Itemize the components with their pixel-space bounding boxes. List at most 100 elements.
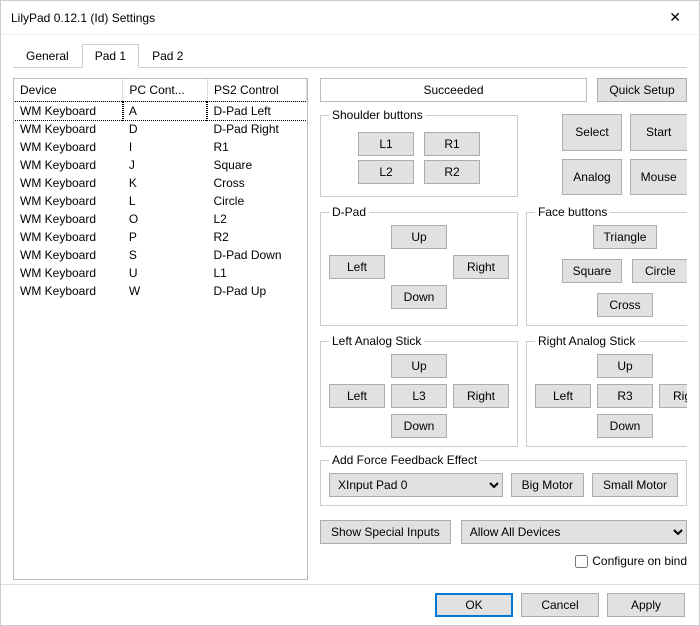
start-button[interactable]: Start: [630, 114, 687, 151]
window-title: LilyPad 0.12.1 (Id) Settings: [11, 11, 155, 25]
dpad-left-button[interactable]: Left: [329, 255, 385, 279]
rs-left-button[interactable]: Left: [535, 384, 591, 408]
ffb-device-select[interactable]: XInput Pad 0: [329, 473, 503, 497]
select-button[interactable]: Select: [562, 114, 621, 151]
cell-pc: D: [123, 120, 208, 138]
cell-device: WM Keyboard: [14, 174, 123, 192]
cell-device: WM Keyboard: [14, 246, 123, 264]
table-row[interactable]: WM KeyboardKCross: [14, 174, 307, 192]
configure-on-bind-checkbox[interactable]: Configure on bind: [575, 554, 687, 568]
cell-pc: U: [123, 264, 208, 282]
col-ps2[interactable]: PS2 Control: [207, 79, 306, 102]
mapping-panel: Succeeded Quick Setup Shoulder buttons L…: [320, 78, 687, 580]
cell-device: WM Keyboard: [14, 282, 123, 300]
close-icon[interactable]: ✕: [661, 7, 689, 28]
cell-pc: S: [123, 246, 208, 264]
cell-ps2: D-Pad Right: [207, 120, 306, 138]
ls-up-button[interactable]: Up: [391, 354, 447, 378]
ls-down-button[interactable]: Down: [391, 414, 447, 438]
l3-button[interactable]: L3: [391, 384, 447, 408]
left-stick-label: Left Analog Stick: [329, 334, 424, 348]
r2-button[interactable]: R2: [424, 160, 480, 184]
table-row[interactable]: WM KeyboardDD-Pad Right: [14, 120, 307, 138]
table-row[interactable]: WM KeyboardOL2: [14, 210, 307, 228]
cell-pc: J: [123, 156, 208, 174]
dpad-down-button[interactable]: Down: [391, 285, 447, 309]
dpad-group: D-Pad . Up . Left . Right . Down .: [320, 205, 518, 326]
rs-down-button[interactable]: Down: [597, 414, 653, 438]
cell-ps2: L2: [207, 210, 306, 228]
col-device[interactable]: Device: [14, 79, 123, 102]
cell-device: WM Keyboard: [14, 192, 123, 210]
configure-on-bind-input[interactable]: [575, 555, 588, 568]
right-stick-group: Right Analog Stick . Up . Left R3 Right …: [526, 334, 687, 447]
titlebar: LilyPad 0.12.1 (Id) Settings ✕: [1, 1, 699, 35]
cell-ps2: Square: [207, 156, 306, 174]
cell-device: WM Keyboard: [14, 156, 123, 174]
right-stick-label: Right Analog Stick: [535, 334, 638, 348]
square-button[interactable]: Square: [562, 259, 623, 283]
r3-button[interactable]: R3: [597, 384, 653, 408]
table-row[interactable]: WM KeyboardWD-Pad Up: [14, 282, 307, 300]
face-group: Face buttons Triangle Square Circle Cros…: [526, 205, 687, 326]
cell-device: WM Keyboard: [14, 210, 123, 228]
cell-ps2: Cross: [207, 174, 306, 192]
triangle-button[interactable]: Triangle: [593, 225, 658, 249]
table-row[interactable]: WM KeyboardAD-Pad Left: [14, 102, 307, 121]
cell-device: WM Keyboard: [14, 264, 123, 282]
content-area: General Pad 1 Pad 2 Device PC Cont... PS…: [1, 35, 699, 584]
table-row[interactable]: WM KeyboardIR1: [14, 138, 307, 156]
cell-ps2: R2: [207, 228, 306, 246]
cell-pc: A: [123, 102, 208, 121]
cancel-button[interactable]: Cancel: [521, 593, 599, 617]
l2-button[interactable]: L2: [358, 160, 414, 184]
cell-device: WM Keyboard: [14, 138, 123, 156]
cell-pc: I: [123, 138, 208, 156]
configure-on-bind-label: Configure on bind: [592, 554, 687, 568]
cell-ps2: L1: [207, 264, 306, 282]
cell-device: WM Keyboard: [14, 228, 123, 246]
cell-ps2: R1: [207, 138, 306, 156]
status-box: Succeeded: [320, 78, 587, 102]
cell-pc: O: [123, 210, 208, 228]
r1-button[interactable]: R1: [424, 132, 480, 156]
cell-pc: P: [123, 228, 208, 246]
settings-window: LilyPad 0.12.1 (Id) Settings ✕ General P…: [0, 0, 700, 626]
cell-ps2: Circle: [207, 192, 306, 210]
bindings-table[interactable]: Device PC Cont... PS2 Control WM Keyboar…: [14, 79, 307, 300]
rs-right-button[interactable]: Right: [659, 384, 687, 408]
rs-up-button[interactable]: Up: [597, 354, 653, 378]
circle-button[interactable]: Circle: [632, 259, 687, 283]
table-row[interactable]: WM KeyboardUL1: [14, 264, 307, 282]
ls-left-button[interactable]: Left: [329, 384, 385, 408]
tab-pad1[interactable]: Pad 1: [82, 44, 139, 68]
cell-pc: K: [123, 174, 208, 192]
apply-button[interactable]: Apply: [607, 593, 685, 617]
cell-pc: W: [123, 282, 208, 300]
big-motor-button[interactable]: Big Motor: [511, 473, 584, 497]
cell-pc: L: [123, 192, 208, 210]
dialog-footer: OK Cancel Apply: [1, 584, 699, 625]
analog-button[interactable]: Analog: [562, 159, 621, 196]
tab-pad2[interactable]: Pad 2: [139, 44, 196, 68]
table-row[interactable]: WM KeyboardJSquare: [14, 156, 307, 174]
left-stick-group: Left Analog Stick . Up . Left L3 Right .…: [320, 334, 518, 447]
table-row[interactable]: WM KeyboardPR2: [14, 228, 307, 246]
ls-right-button[interactable]: Right: [453, 384, 509, 408]
show-special-inputs-button[interactable]: Show Special Inputs: [320, 520, 451, 544]
cross-button[interactable]: Cross: [597, 293, 653, 317]
l1-button[interactable]: L1: [358, 132, 414, 156]
device-filter-select[interactable]: Allow All Devices: [461, 520, 687, 544]
mouse-button[interactable]: Mouse: [630, 159, 687, 196]
quick-setup-button[interactable]: Quick Setup: [597, 78, 687, 102]
dpad-up-button[interactable]: Up: [391, 225, 447, 249]
tab-strip: General Pad 1 Pad 2: [13, 43, 687, 68]
table-row[interactable]: WM KeyboardSD-Pad Down: [14, 246, 307, 264]
cell-ps2: D-Pad Down: [207, 246, 306, 264]
table-row[interactable]: WM KeyboardLCircle: [14, 192, 307, 210]
dpad-right-button[interactable]: Right: [453, 255, 509, 279]
ok-button[interactable]: OK: [435, 593, 513, 617]
col-pc[interactable]: PC Cont...: [123, 79, 208, 102]
tab-general[interactable]: General: [13, 44, 82, 68]
small-motor-button[interactable]: Small Motor: [592, 473, 678, 497]
